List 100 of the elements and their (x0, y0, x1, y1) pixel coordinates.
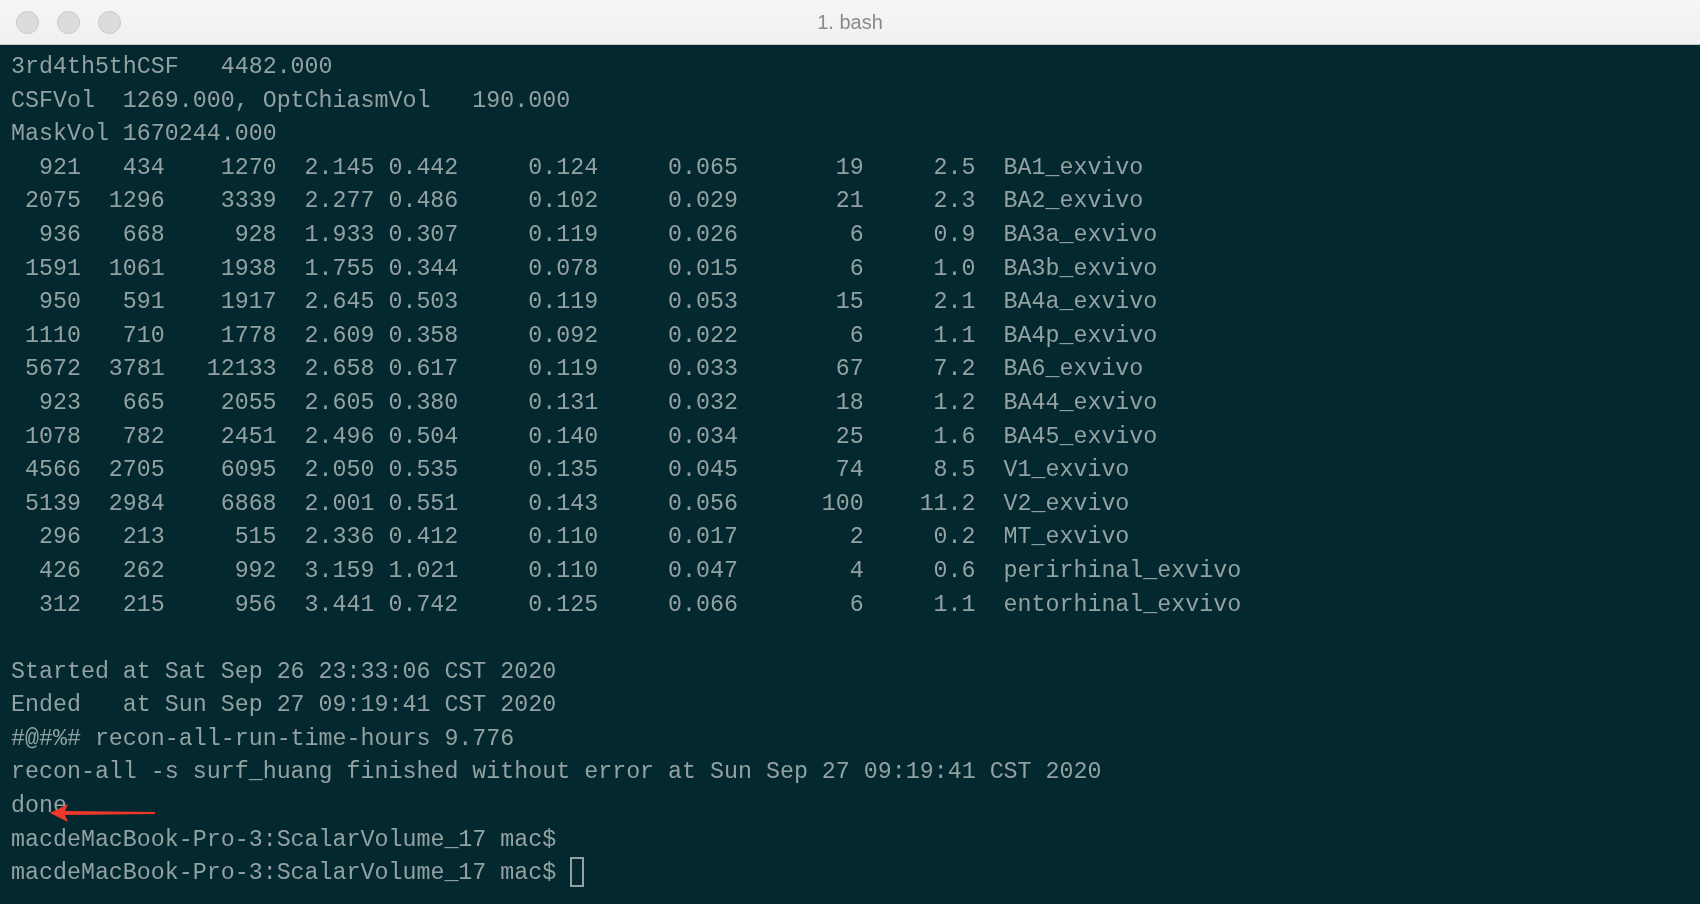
table-cell-text: 2.609 (303, 321, 375, 351)
table-cell-text: 591 (121, 288, 165, 318)
table-cell-text: 1061 (107, 254, 165, 284)
table-cell-text: 2.145 (303, 153, 375, 183)
table-cell-text: BA2_exvivo (1003, 187, 1144, 217)
table-cell-text: MT_exvivo (1003, 523, 1130, 553)
table-cell-text: 6095 (219, 456, 277, 486)
table-cell-text: 74 (834, 456, 864, 486)
table-cell-text: 2.1 (932, 288, 976, 318)
table-cell-text: 0.6 (932, 556, 976, 586)
table-cell-text: 426 (37, 556, 81, 586)
table-cell-text: 25 (834, 422, 864, 452)
table-cell-text: 0.124 (527, 153, 599, 183)
table-cell-text: 0.066 (667, 590, 738, 620)
table-cell-text: 0.092 (527, 321, 599, 351)
table-cell-text: BA3b_exvivo (1003, 254, 1158, 284)
table-cell-text: 0.504 (387, 422, 459, 452)
table-cell-text: 2705 (107, 456, 165, 486)
table-cell-text: 782 (121, 422, 165, 452)
table-cell-text: 0.442 (387, 153, 459, 183)
table-cell-text: 928 (233, 220, 277, 250)
table-cell-text: 710 (121, 321, 165, 351)
table-cell-text: 15 (834, 288, 864, 318)
minimize-button[interactable] (57, 10, 80, 34)
table-cell-text: V2_exvivo (1003, 489, 1130, 519)
table-cell-text: 0.143 (527, 489, 599, 519)
table-cell-text: 213 (121, 523, 165, 553)
table-cell-text: BA4p_exvivo (1003, 321, 1158, 351)
table-cell-text: 0.017 (667, 523, 738, 553)
table-cell-text: 1270 (219, 153, 277, 183)
table-cell-text: 6 (848, 254, 864, 284)
table-cell-text: 0.2 (932, 523, 976, 553)
table-cell-text: 2.496 (303, 422, 375, 452)
table-cell-text: 67 (834, 355, 864, 385)
table-cell-text: V1_exvivo (1003, 456, 1130, 486)
table-cell-text: 0.344 (387, 254, 459, 284)
table-cell-text: 0.078 (527, 254, 599, 284)
terminal-line: Ended at Sun Sep 27 09:19:41 CST 2020 (11, 691, 557, 721)
table-cell-text: entorhinal_exvivo (1003, 590, 1242, 620)
close-button[interactable] (16, 10, 39, 34)
table-cell-text: 1.1 (932, 321, 976, 351)
table-cell-text: 0.617 (387, 355, 459, 385)
table-cell-text: 956 (233, 590, 277, 620)
table-cell-text: 0.032 (667, 388, 738, 418)
table-cell-text: 1.933 (303, 220, 375, 250)
table-cell-text: 0.135 (527, 456, 599, 486)
table-cell-text: 262 (121, 556, 165, 586)
zoom-button[interactable] (98, 10, 121, 34)
table-cell-text: 1.021 (387, 556, 459, 586)
table-cell-text: 6 (848, 220, 864, 250)
table-cell-text: 18 (834, 388, 864, 418)
table-cell-text: 0.053 (667, 288, 738, 318)
terminal-line: CSFVol 1269.000, OptChiasmVol 190.000 (11, 86, 571, 116)
table-cell-text: 2.605 (303, 388, 375, 418)
table-cell-text: BA1_exvivo (1003, 153, 1144, 183)
table-cell-text: 1.6 (932, 422, 976, 452)
table-cell-text: BA6_exvivo (1003, 355, 1144, 385)
table-cell-text: 1778 (219, 321, 277, 351)
table-cell-text: 0.015 (667, 254, 738, 284)
table-cell-text: 950 (37, 288, 81, 318)
table-cell-text: 665 (121, 388, 165, 418)
table-cell-text: 312 (37, 590, 81, 620)
table-cell-text: 1.755 (303, 254, 375, 284)
table-cell-text: 0.119 (527, 355, 599, 385)
table-cell-text: 2075 (23, 187, 81, 217)
table-cell-text: 0.307 (387, 220, 459, 250)
table-cell-text: 434 (121, 153, 165, 183)
table-cell-text: 0.029 (667, 187, 738, 217)
table-cell-text: 0.503 (387, 288, 459, 318)
terminal-line: Started at Sat Sep 26 23:33:06 CST 2020 (11, 657, 557, 687)
table-cell-text: 0.102 (527, 187, 599, 217)
table-cell-text: 4 (848, 556, 864, 586)
prompt-line: macdeMacBook-Pro-3:ScalarVolume_17 mac$ (11, 825, 557, 855)
table-cell-text: 0.119 (527, 288, 599, 318)
table-cell-text: 0.9 (932, 220, 976, 250)
terminal-line: 3rd4th5thCSF 4482.000 (11, 53, 333, 82)
table-cell-text: 923 (37, 388, 81, 418)
table-cell-text: 296 (37, 523, 81, 553)
table-cell-text: 936 (37, 220, 81, 250)
table-cell-text: 0.125 (527, 590, 599, 620)
table-cell-text: 0.034 (667, 422, 738, 452)
table-cell-text: 2.3 (932, 187, 976, 217)
table-cell-text: 1296 (107, 187, 165, 217)
table-cell-text: 2.658 (303, 355, 375, 385)
table-cell-text: 921 (37, 153, 81, 183)
table-cell-text: 1938 (219, 254, 277, 284)
table-cell-text: 1110 (23, 321, 81, 351)
table-cell-text: 8.5 (932, 456, 976, 486)
table-cell-text: 1591 (23, 254, 81, 284)
table-cell-text: 0.110 (527, 523, 599, 553)
table-cell-text: BA44_exvivo (1003, 388, 1158, 418)
window-title: 1. bash (817, 10, 883, 34)
table-cell-text: 7.2 (932, 355, 976, 385)
table-cell-text: 2.645 (303, 288, 375, 318)
table-cell-text: 1.0 (932, 254, 976, 284)
table-cell-text: 19 (834, 153, 864, 183)
table-cell-text: perirhinal_exvivo (1003, 556, 1242, 586)
table-cell-text: 3.441 (303, 590, 375, 620)
table-cell-text: 2.5 (932, 153, 976, 183)
terminal-line: recon-all -s surf_huang finished without error at Sun Sep 27 09:19:41 CST 2020 (11, 758, 1102, 788)
